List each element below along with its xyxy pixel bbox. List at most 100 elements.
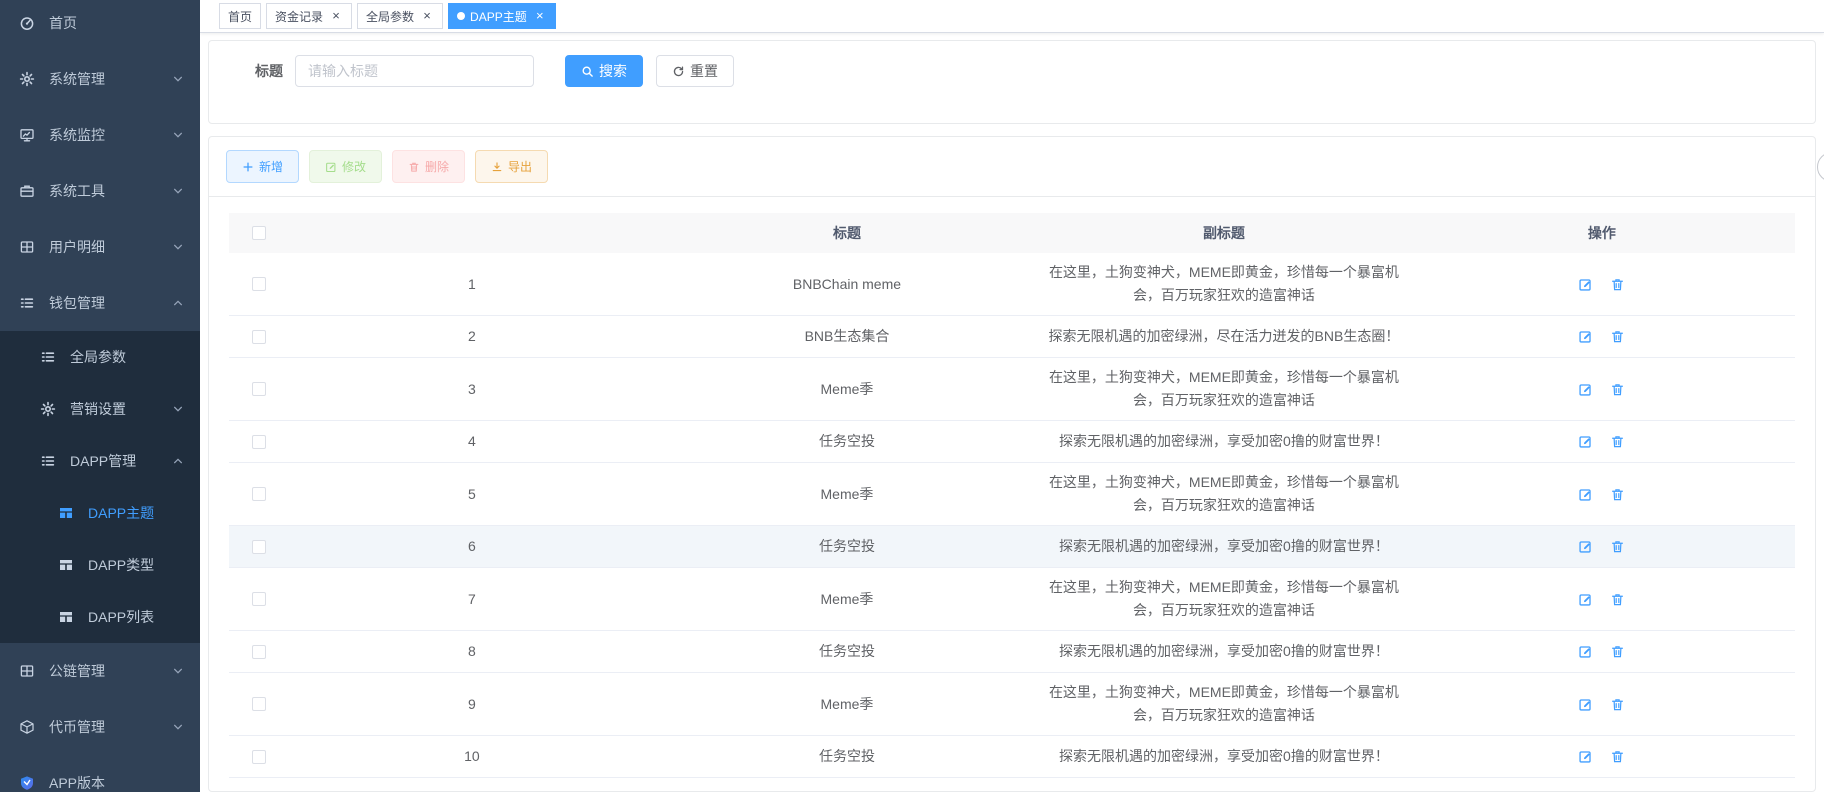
sidebar-item-公链管理[interactable]: 公链管理	[0, 643, 200, 699]
row-title: 任务空投	[655, 430, 1039, 453]
sidebar-item-系统管理[interactable]: 系统管理	[0, 51, 200, 107]
row-checkbox[interactable]	[252, 592, 266, 606]
delete-button[interactable]: 删除	[392, 150, 465, 183]
toolbar-circle-button[interactable]	[1817, 152, 1824, 182]
tab-资金记录[interactable]: 资金记录×	[266, 3, 352, 29]
sidebar-item-全局参数[interactable]: 全局参数	[0, 331, 200, 383]
delete-row-button[interactable]	[1610, 697, 1625, 712]
sidebar-item-label: 公链管理	[49, 661, 105, 681]
row-subtitle: 在这里，土狗变神犬，MEME即黄金，珍惜每一个暴富机会，百万玩家狂欢的造富神话	[1046, 366, 1402, 412]
sidebar-item-label: DAPP管理	[70, 451, 136, 471]
briefcase-icon	[19, 183, 35, 199]
row-checkbox[interactable]	[252, 645, 266, 659]
delete-row-button[interactable]	[1610, 592, 1625, 607]
sidebar-item-营销设置[interactable]: 营销设置	[0, 383, 200, 435]
sidebar-item-钱包管理[interactable]: 钱包管理	[0, 275, 200, 331]
sidebar-item-系统工具[interactable]: 系统工具	[0, 163, 200, 219]
gear-icon	[19, 71, 35, 87]
sidebar-item-label: 系统工具	[49, 181, 105, 201]
edit-row-button[interactable]	[1578, 329, 1593, 344]
reset-button[interactable]: 重置	[656, 55, 734, 87]
table-toolbar: 新增 修改 删除	[209, 137, 1815, 197]
row-checkbox[interactable]	[252, 435, 266, 449]
tab-DAPP主题[interactable]: DAPP主题 ×	[448, 3, 556, 29]
sidebar-item-label: DAPP列表	[88, 607, 154, 627]
row-checkbox[interactable]	[252, 382, 266, 396]
close-tab-icon[interactable]: ×	[420, 9, 434, 23]
tab-首页[interactable]: 首页	[219, 3, 261, 29]
row-id: 4	[289, 430, 655, 453]
row-subtitle: 探索无限机遇的加密绿洲，享受加密0撸的财富世界！	[1059, 640, 1389, 663]
delete-row-button[interactable]	[1610, 487, 1625, 502]
table-row: 6任务空投探索无限机遇的加密绿洲，享受加密0撸的财富世界！	[229, 526, 1795, 568]
gear-icon	[40, 401, 56, 417]
sidebar-item-DAPP列表[interactable]: DAPP列表	[0, 591, 200, 643]
row-subtitle: 探索无限机遇的加密绿洲，尽在活力迸发的BNB生态圈！	[1049, 325, 1400, 348]
edit-row-button[interactable]	[1578, 749, 1593, 764]
row-title: 任务空投	[655, 535, 1039, 558]
delete-row-button[interactable]	[1610, 749, 1625, 764]
export-button[interactable]: 导出	[475, 150, 548, 183]
active-tab-dot	[457, 12, 465, 20]
edit-row-button[interactable]	[1578, 487, 1593, 502]
sidebar-item-APP版本[interactable]: APP版本	[0, 755, 200, 792]
tab-全局参数[interactable]: 全局参数×	[357, 3, 443, 29]
row-checkbox[interactable]	[252, 330, 266, 344]
row-checkbox[interactable]	[252, 750, 266, 764]
chevron-down-icon	[172, 73, 184, 85]
row-title: Meme季	[655, 693, 1039, 716]
delete-row-button[interactable]	[1610, 539, 1625, 554]
delete-row-button[interactable]	[1610, 329, 1625, 344]
table-row: 8任务空投探索无限机遇的加密绿洲，享受加密0撸的财富世界！	[229, 631, 1795, 673]
refresh-icon	[672, 65, 690, 78]
search-icon	[581, 65, 599, 78]
sidebar-item-label: DAPP主题	[88, 503, 154, 523]
row-checkbox[interactable]	[252, 697, 266, 711]
sidebar-item-首页[interactable]: 首页	[0, 0, 200, 51]
edit-row-button[interactable]	[1578, 644, 1593, 659]
sidebar-item-DAPP管理[interactable]: DAPP管理	[0, 435, 200, 487]
chevron-down-icon	[172, 665, 184, 677]
edit-row-button[interactable]	[1578, 592, 1593, 607]
table-row: 1BNBChain meme在这里，土狗变神犬，MEME即黄金，珍惜每一个暴富机…	[229, 253, 1795, 316]
close-tab-icon[interactable]: ×	[533, 9, 547, 23]
sidebar-item-代币管理[interactable]: 代币管理	[0, 699, 200, 755]
sidebar-item-DAPP类型[interactable]: DAPP类型	[0, 539, 200, 591]
row-checkbox[interactable]	[252, 540, 266, 554]
table-row: 10任务空投探索无限机遇的加密绿洲，享受加密0撸的财富世界！	[229, 736, 1795, 778]
sidebar-item-DAPP主题[interactable]: DAPP主题	[0, 487, 200, 539]
edit-button[interactable]: 修改	[309, 150, 382, 183]
chevron-down-icon	[172, 241, 184, 253]
row-checkbox[interactable]	[252, 277, 266, 291]
add-button-label: 新增	[259, 158, 283, 175]
shield-icon	[19, 775, 35, 791]
row-checkbox[interactable]	[252, 487, 266, 501]
tab-label: DAPP主题	[470, 8, 527, 25]
search-button[interactable]: 搜索	[565, 55, 643, 87]
header-title: 标题	[655, 222, 1039, 245]
table-row: 5Meme季在这里，土狗变神犬，MEME即黄金，珍惜每一个暴富机会，百万玩家狂欢…	[229, 463, 1795, 526]
edit-row-button[interactable]	[1578, 697, 1593, 712]
select-all-checkbox[interactable]	[252, 226, 266, 240]
edit-row-button[interactable]	[1578, 382, 1593, 397]
edit-row-button[interactable]	[1578, 434, 1593, 449]
row-title: BNB生态集合	[655, 325, 1039, 348]
row-id: 3	[289, 378, 655, 401]
edit-row-button[interactable]	[1578, 277, 1593, 292]
chevron-up-icon	[172, 297, 184, 309]
title-search-input[interactable]	[295, 55, 534, 87]
sidebar-item-系统监控[interactable]: 系统监控	[0, 107, 200, 163]
row-subtitle: 探索无限机遇的加密绿洲，享受加密0撸的财富世界！	[1059, 430, 1389, 453]
row-title: Meme季	[655, 588, 1039, 611]
close-tab-icon[interactable]: ×	[329, 9, 343, 23]
add-button[interactable]: 新增	[226, 150, 299, 183]
edit-row-button[interactable]	[1578, 539, 1593, 554]
row-id: 8	[289, 640, 655, 663]
sidebar-item-用户明细[interactable]: 用户明细	[0, 219, 200, 275]
table-icon	[58, 505, 74, 521]
delete-row-button[interactable]	[1610, 434, 1625, 449]
sidebar-menu: 首页系统管理系统监控系统工具用户明细钱包管理全局参数营销设置 DAPP管理 DAPP…	[0, 0, 200, 792]
delete-row-button[interactable]	[1610, 644, 1625, 659]
delete-row-button[interactable]	[1610, 382, 1625, 397]
delete-row-button[interactable]	[1610, 277, 1625, 292]
